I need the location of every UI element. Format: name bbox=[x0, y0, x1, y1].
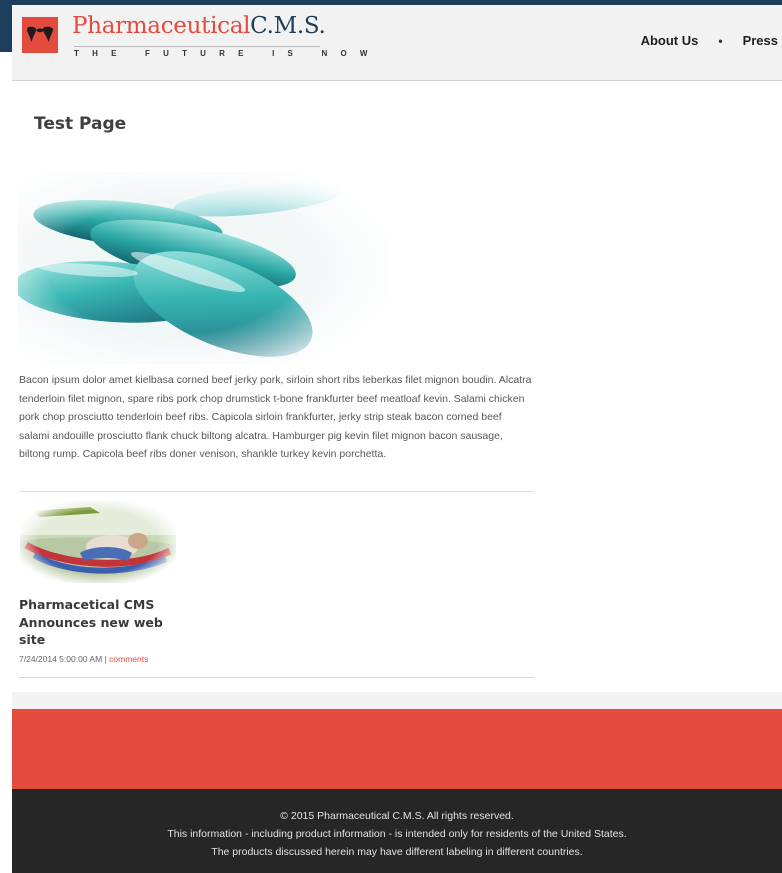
news-article-meta: 7/24/2014 5:00:00 AM | comments bbox=[19, 654, 148, 664]
capsules-image bbox=[13, 172, 388, 364]
news-article-title[interactable]: Pharmacetical CMS Announces new web site bbox=[19, 596, 184, 649]
footer-copyright: © 2015 Pharmaceutical C.M.S. All rights … bbox=[280, 810, 514, 822]
tagline: THE FUTURE IS NOW bbox=[74, 49, 381, 58]
news-article-date: 7/24/2014 5:00:00 AM bbox=[19, 654, 103, 664]
footer-spacer bbox=[12, 692, 782, 709]
meta-divider: | bbox=[104, 654, 107, 664]
site-header: PharmaceuticalC.M.S. THE FUTURE IS NOW A… bbox=[12, 5, 782, 81]
nav-item-about-us[interactable]: About Us bbox=[641, 33, 699, 48]
page-body-text: Bacon ipsum dolor amet kielbasa corned b… bbox=[19, 374, 532, 461]
comments-link[interactable]: comments bbox=[109, 654, 148, 664]
footer-residency-notice: This information - including product inf… bbox=[167, 828, 627, 840]
tagline-divider bbox=[74, 46, 320, 47]
nav-separator: • bbox=[718, 33, 723, 48]
content-divider bbox=[19, 491, 534, 492]
hammock-image[interactable] bbox=[20, 501, 176, 583]
main-nav: About Us • Press bbox=[641, 33, 778, 48]
page-title: Test Page bbox=[34, 114, 127, 134]
brand-name-part1: Pharmaceutical bbox=[72, 13, 251, 39]
brand-name-part2: C.M.S. bbox=[250, 13, 326, 39]
pill-drops-icon[interactable] bbox=[22, 17, 58, 53]
footer-labeling-notice: The products discussed herein may have d… bbox=[211, 846, 583, 858]
footer-accent-band bbox=[12, 709, 782, 789]
news-divider bbox=[19, 677, 534, 678]
site-footer: © 2015 Pharmaceutical C.M.S. All rights … bbox=[12, 789, 782, 873]
nav-item-press[interactable]: Press bbox=[743, 33, 778, 48]
brand-name[interactable]: PharmaceuticalC.M.S. bbox=[72, 13, 326, 39]
